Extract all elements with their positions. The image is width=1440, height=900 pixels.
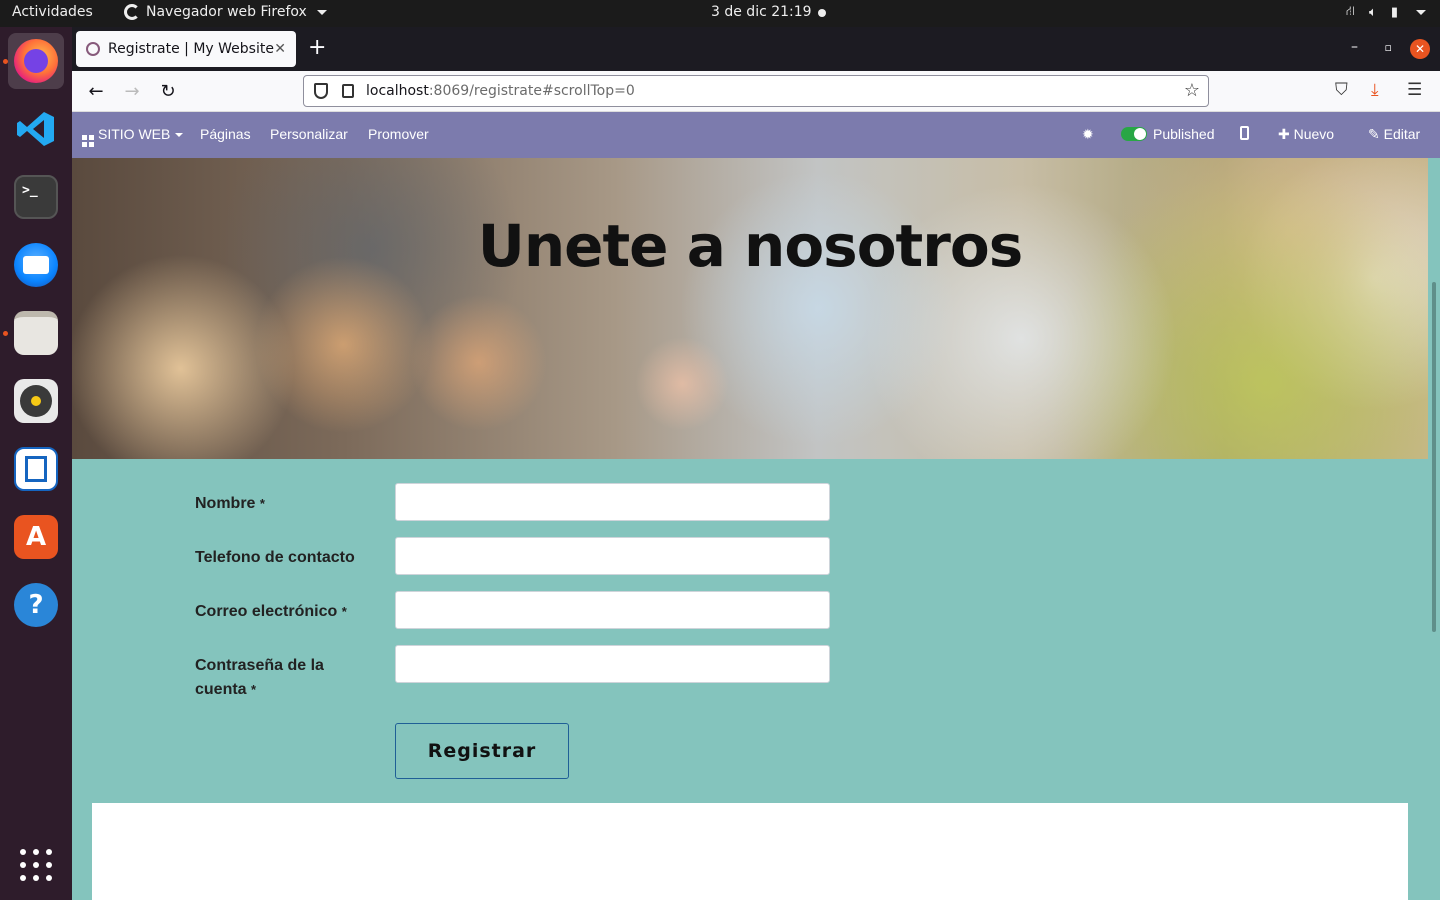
site-menu[interactable]: SITIO WEB bbox=[82, 126, 184, 147]
pocket-icon[interactable]: ⛉ bbox=[1335, 80, 1348, 100]
libreoffice-writer-icon bbox=[14, 447, 58, 491]
minimize-icon[interactable]: – bbox=[1351, 39, 1358, 55]
show-applications-button[interactable] bbox=[8, 837, 64, 893]
back-icon[interactable]: ← bbox=[84, 79, 108, 103]
firefox-mini-icon bbox=[124, 4, 140, 20]
tab-title: Registrate | My Website bbox=[108, 41, 274, 57]
restore-icon[interactable]: ▫ bbox=[1385, 41, 1392, 54]
page-info-icon[interactable] bbox=[342, 84, 354, 98]
dock-files[interactable] bbox=[8, 305, 64, 361]
toggle-switch-icon bbox=[1121, 127, 1147, 141]
chevron-down-icon bbox=[316, 9, 327, 15]
dock-writer[interactable] bbox=[8, 441, 64, 497]
edit-label: Editar bbox=[1383, 126, 1421, 142]
tracking-protection-icon[interactable] bbox=[314, 83, 328, 99]
publish-toggle[interactable]: Published bbox=[1121, 126, 1215, 142]
page-title: Unete a nosotros bbox=[477, 212, 1024, 280]
dock-thunderbird[interactable] bbox=[8, 237, 64, 293]
field-label: Nombre * bbox=[195, 495, 265, 512]
mobile-preview-button[interactable] bbox=[1240, 126, 1249, 143]
apps-grid-icon bbox=[82, 135, 94, 147]
required-mark: * bbox=[251, 682, 257, 697]
running-indicator bbox=[3, 331, 8, 336]
field-label: Contraseña de la cuenta * bbox=[195, 657, 324, 698]
new-tab-button[interactable]: + bbox=[308, 36, 326, 60]
hero-banner: Unete a nosotros bbox=[72, 158, 1428, 459]
dock-terminal[interactable]: >_ bbox=[8, 169, 64, 225]
dock-help[interactable]: ? bbox=[8, 577, 64, 633]
password-input[interactable] bbox=[395, 645, 830, 683]
rhythmbox-icon bbox=[14, 379, 58, 423]
nombre-input[interactable] bbox=[395, 483, 830, 521]
plus-icon: ✚ bbox=[1278, 126, 1290, 142]
menu-customize[interactable]: Personalizar bbox=[270, 126, 348, 142]
mobile-icon bbox=[1240, 126, 1249, 140]
downloads-icon[interactable]: ⤓ bbox=[1371, 80, 1379, 100]
navigation-toolbar: ← → ↻ localhost :8069/registrate#scrollT… bbox=[72, 71, 1440, 112]
dock-firefox[interactable] bbox=[8, 33, 64, 89]
bookmark-star-icon[interactable]: ☆ bbox=[1184, 80, 1200, 101]
activities-button[interactable]: Actividades bbox=[12, 4, 93, 20]
app-menu-label: Navegador web Firefox bbox=[146, 4, 307, 20]
new-label: Nuevo bbox=[1293, 126, 1335, 142]
content-block bbox=[92, 803, 1408, 900]
system-top-bar: Actividades Navegador web Firefox 3 de d… bbox=[0, 0, 1440, 27]
help-icon: ? bbox=[14, 583, 58, 627]
telefono-input[interactable] bbox=[395, 537, 830, 575]
terminal-icon: >_ bbox=[14, 175, 58, 219]
field-label: Telefono de contacto bbox=[195, 549, 355, 566]
page-content: Unete a nosotros Nombre * Telefono de co… bbox=[72, 158, 1440, 900]
battery-icon: ▮ bbox=[1390, 5, 1398, 20]
forward-icon[interactable]: → bbox=[120, 79, 144, 103]
odoo-favicon-icon bbox=[86, 42, 100, 56]
firefox-icon bbox=[14, 39, 58, 83]
dock: >_ A ? bbox=[0, 27, 72, 900]
network-icon: ⛙ bbox=[1345, 4, 1356, 19]
close-tab-icon[interactable]: ✕ bbox=[274, 41, 286, 57]
app-menu[interactable]: Navegador web Firefox bbox=[124, 4, 327, 20]
page-scrollbar[interactable] bbox=[1428, 158, 1440, 900]
scrollbar-thumb[interactable] bbox=[1432, 282, 1436, 632]
url-path: :8069/registrate#scrollTop=0 bbox=[428, 83, 635, 99]
menu-pages[interactable]: Páginas bbox=[200, 126, 251, 142]
url-host: localhost bbox=[366, 83, 429, 99]
dock-software[interactable]: A bbox=[8, 509, 64, 565]
reload-icon[interactable]: ↻ bbox=[156, 79, 180, 103]
odoo-website-bar: SITIO WEB Páginas Personalizar Promover … bbox=[72, 112, 1440, 158]
notification-dot-icon bbox=[818, 9, 826, 17]
url-bar[interactable]: localhost :8069/registrate#scrollTop=0 ☆ bbox=[303, 75, 1209, 107]
close-window-icon[interactable]: ✕ bbox=[1410, 39, 1430, 59]
menu-promote[interactable]: Promover bbox=[368, 126, 429, 142]
volume-icon: 🔈︎ bbox=[1369, 5, 1377, 20]
published-label: Published bbox=[1153, 126, 1215, 142]
required-mark: * bbox=[341, 604, 347, 619]
edit-button[interactable]: ✎ Editar bbox=[1368, 126, 1420, 143]
register-button[interactable]: Registrar bbox=[395, 723, 569, 779]
software-store-icon: A bbox=[14, 515, 58, 559]
required-mark: * bbox=[259, 496, 265, 511]
tab-strip: Registrate | My Website ✕ + – ▫ ✕ bbox=[72, 27, 1440, 71]
dock-vscode[interactable] bbox=[8, 101, 64, 157]
field-label: Correo electrónico * bbox=[195, 603, 347, 620]
pencil-icon: ✎ bbox=[1368, 126, 1380, 142]
clock[interactable]: 3 de dic 21:19 bbox=[711, 4, 812, 20]
files-icon bbox=[14, 311, 58, 355]
system-tray[interactable]: ⛙ 🔈︎ ▮ bbox=[1346, 4, 1426, 21]
dock-rhythmbox[interactable] bbox=[8, 373, 64, 429]
vscode-icon bbox=[14, 107, 58, 151]
new-content-button[interactable]: ✚ Nuevo bbox=[1278, 126, 1334, 143]
thunderbird-icon bbox=[14, 243, 58, 287]
menu-icon[interactable]: ☰ bbox=[1407, 80, 1422, 100]
chevron-down-icon bbox=[1416, 10, 1426, 15]
show-apps-icon bbox=[18, 847, 54, 883]
chevron-down-icon bbox=[175, 133, 184, 138]
running-indicator bbox=[3, 59, 8, 64]
debug-bug-icon[interactable]: ✹ bbox=[1082, 126, 1094, 143]
browser-tab[interactable]: Registrate | My Website ✕ bbox=[76, 31, 296, 67]
site-menu-label: SITIO WEB bbox=[98, 126, 171, 142]
email-input[interactable] bbox=[395, 591, 830, 629]
